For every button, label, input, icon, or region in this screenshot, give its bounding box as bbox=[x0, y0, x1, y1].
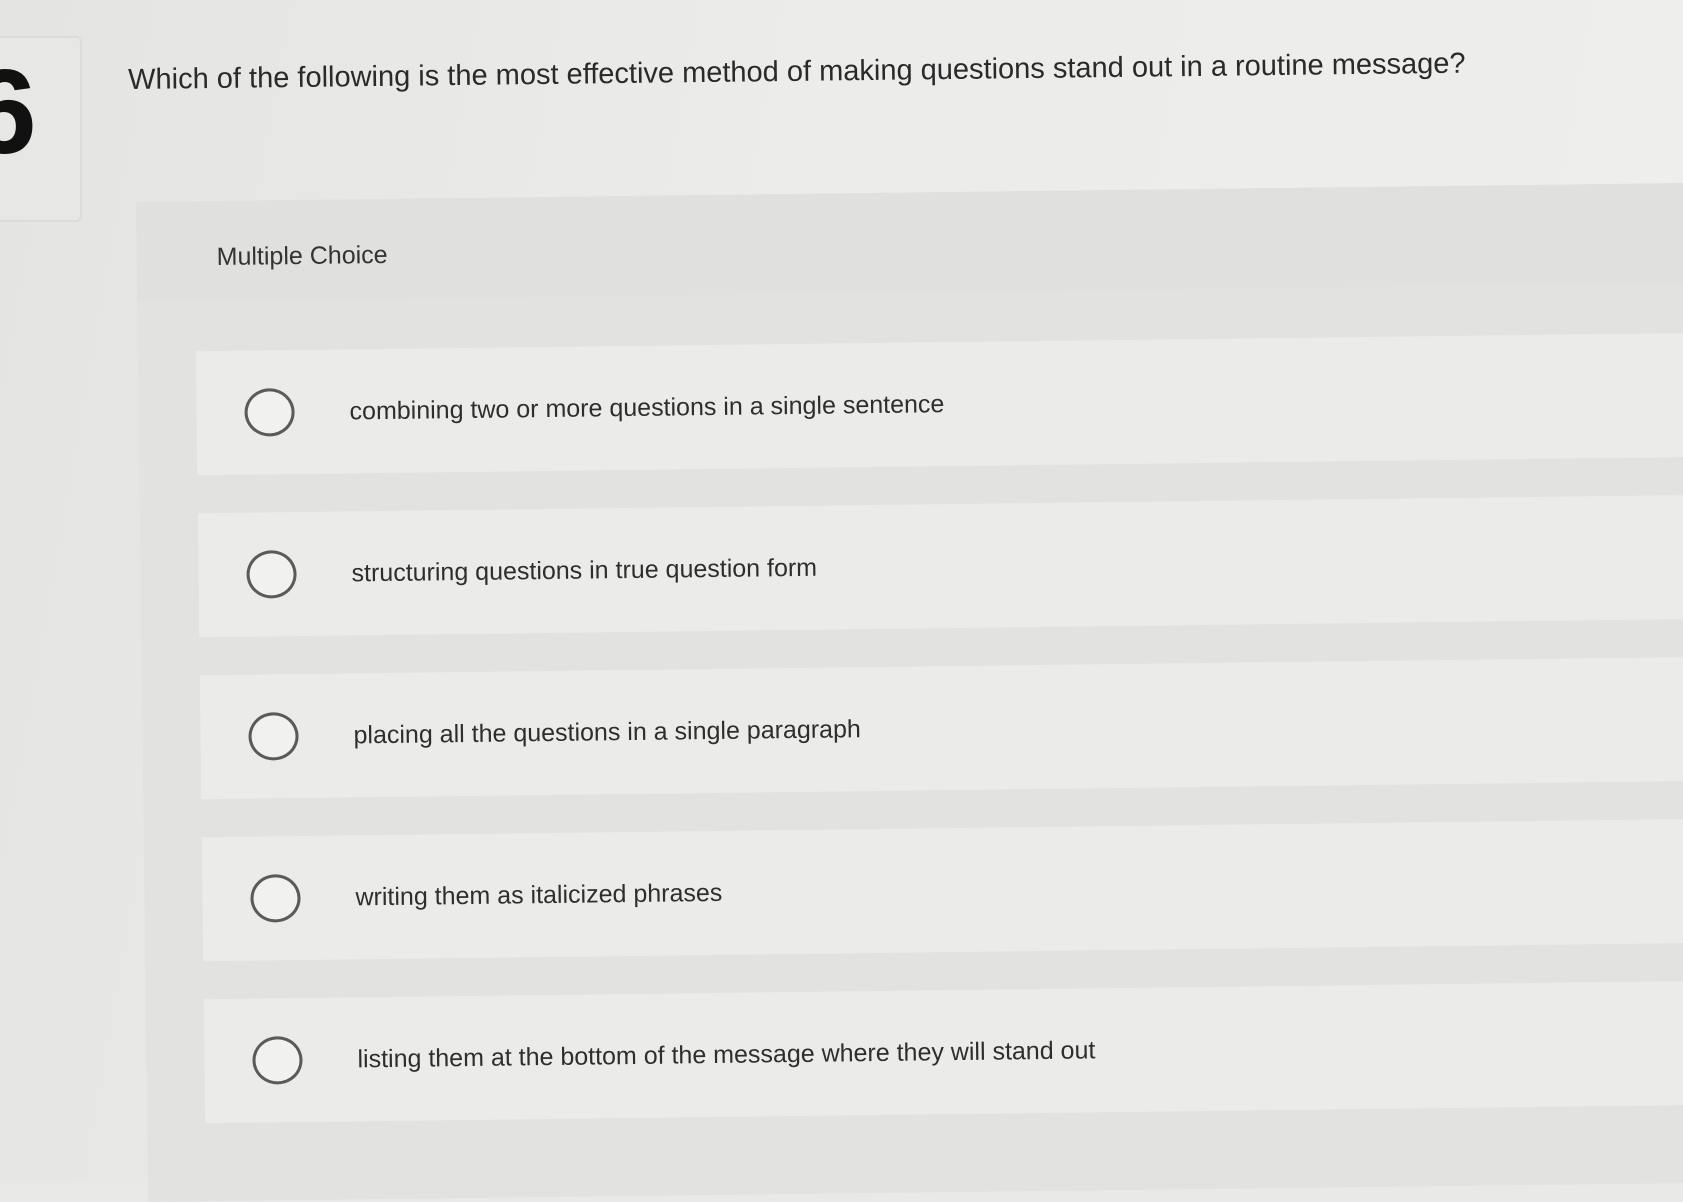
choice-option-1[interactable]: combining two or more questions in a sin… bbox=[195, 332, 1683, 476]
choice-label-3: placing all the questions in a single pa… bbox=[353, 714, 861, 749]
question-number: 6 bbox=[0, 45, 37, 179]
choice-option-5[interactable]: listing them at the bottom of the messag… bbox=[203, 980, 1683, 1124]
choice-option-2[interactable]: structuring questions in true question f… bbox=[197, 494, 1683, 638]
choice-label-1: combining two or more questions in a sin… bbox=[349, 389, 945, 425]
choice-option-4[interactable]: writing them as italicized phrases bbox=[201, 818, 1683, 962]
radio-button-4[interactable] bbox=[250, 874, 301, 923]
radio-button-2[interactable] bbox=[246, 550, 297, 599]
choice-label-5: listing them at the bottom of the messag… bbox=[357, 1035, 1096, 1073]
choices-header: Multiple Choice bbox=[136, 182, 1683, 302]
quiz-page: 6 Which of the following is the most eff… bbox=[0, 0, 1683, 1202]
choice-label-4: writing them as italicized phrases bbox=[355, 878, 723, 911]
choice-label-2: structuring questions in true question f… bbox=[351, 553, 818, 587]
multiple-choice-label: Multiple Choice bbox=[216, 240, 388, 272]
radio-button-1[interactable] bbox=[244, 388, 295, 437]
radio-button-5[interactable] bbox=[252, 1036, 303, 1085]
multiple-choice-panel: Multiple Choice combining two or more qu… bbox=[136, 182, 1683, 1202]
radio-button-3[interactable] bbox=[248, 712, 299, 761]
choice-option-3[interactable]: placing all the questions in a single pa… bbox=[199, 656, 1683, 800]
question-text: Which of the following is the most effec… bbox=[128, 47, 1466, 96]
